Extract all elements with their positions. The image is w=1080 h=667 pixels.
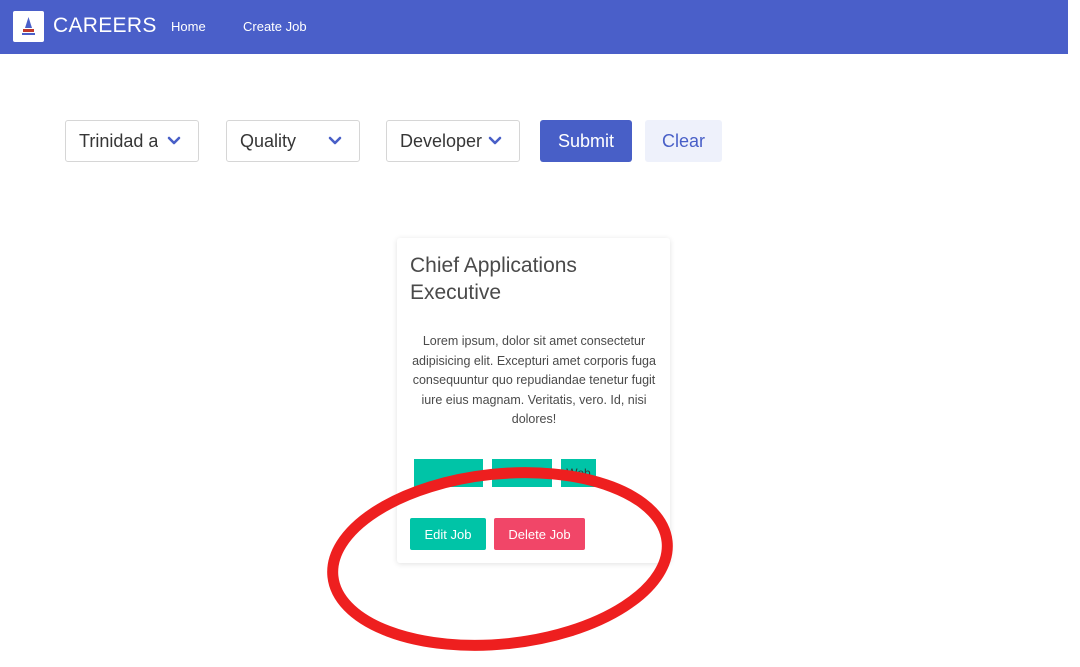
- delete-job-button[interactable]: Delete Job: [494, 518, 585, 550]
- job-card: Chief Applications Executive Lorem ipsum…: [397, 238, 670, 563]
- top-navbar: CAREERS Home Create Job: [0, 0, 1068, 54]
- clear-button[interactable]: Clear: [645, 120, 722, 162]
- chevron-down-icon: [328, 136, 342, 145]
- department-select-value: Quality: [240, 130, 297, 151]
- edit-job-button[interactable]: Edit Job: [410, 518, 486, 550]
- job-tag: Web: [561, 459, 596, 487]
- brand-title[interactable]: CAREERS: [53, 14, 157, 38]
- department-select[interactable]: Quality: [226, 120, 360, 162]
- location-select[interactable]: Trinidad a: [65, 120, 199, 162]
- chevron-down-icon: [167, 136, 181, 145]
- nav-create-job-link[interactable]: Create Job: [243, 19, 307, 34]
- job-title: Chief Applications Executive: [410, 254, 577, 304]
- chevron-down-icon: [488, 136, 502, 145]
- role-select-value: Developer: [400, 130, 483, 151]
- submit-button[interactable]: Submit: [540, 120, 632, 162]
- job-tag: [492, 459, 552, 487]
- role-select[interactable]: Developer: [386, 120, 520, 162]
- location-select-value: Trinidad a: [79, 130, 159, 151]
- job-description: Lorem ipsum, dolor sit amet consectetur …: [412, 334, 656, 426]
- logo-icon[interactable]: [13, 11, 44, 42]
- nav-home-link[interactable]: Home: [171, 19, 206, 34]
- job-tag: [414, 459, 483, 487]
